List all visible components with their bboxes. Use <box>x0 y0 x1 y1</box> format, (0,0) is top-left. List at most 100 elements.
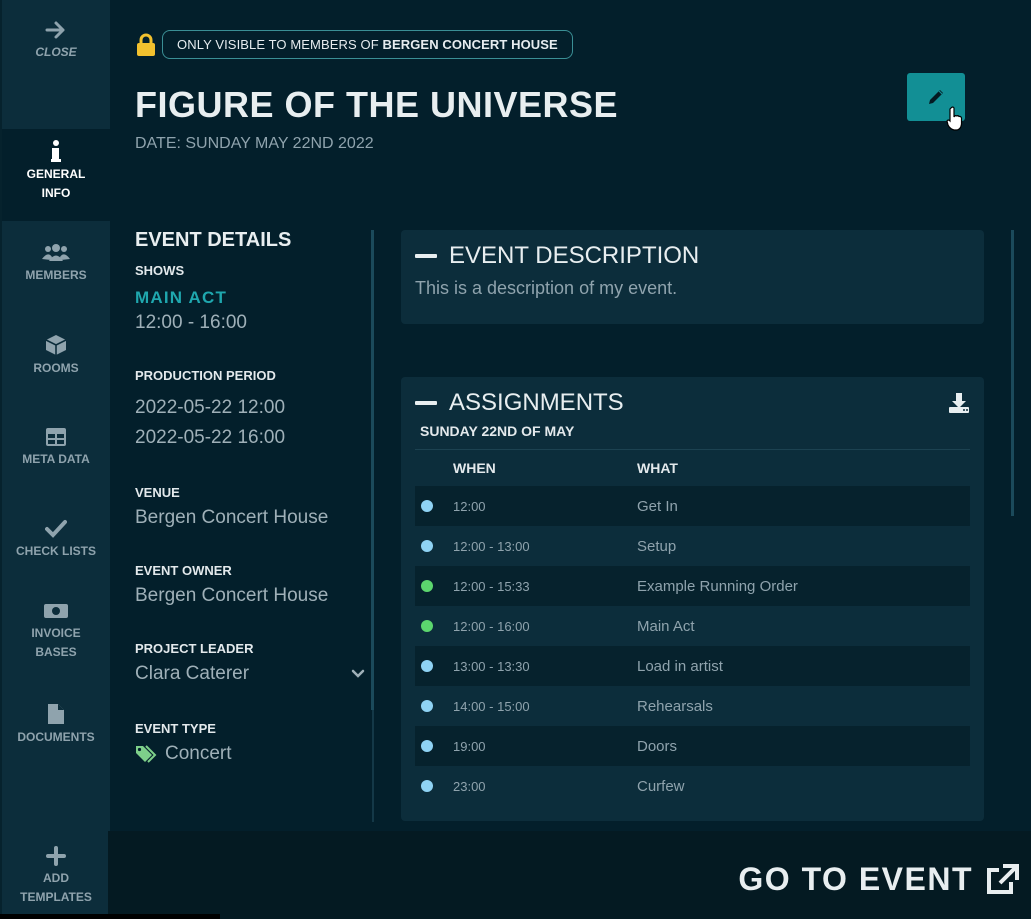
sidebar-item-label: TEMPLATES <box>20 890 92 904</box>
event-description-text: This is a description of my event. <box>415 278 678 298</box>
assignment-what: Curfew <box>637 777 685 795</box>
table-row[interactable]: 12:00 - 15:33 Example Running Order <box>415 566 970 606</box>
sidebar-item-check-lists[interactable]: CHECK LISTS <box>2 519 110 561</box>
money-icon <box>44 604 68 618</box>
add-templates-button[interactable]: ADD TEMPLATES <box>2 846 110 907</box>
go-to-event-button[interactable]: GO TO EVENT <box>738 861 1019 898</box>
status-dot <box>421 780 433 792</box>
event-description-header[interactable]: EVENT DESCRIPTION <box>415 242 970 270</box>
file-icon <box>48 704 64 724</box>
sidebar-item-general-info[interactable]: GENERAL INFO <box>2 129 110 221</box>
production-start: 2022-05-22 12:00 <box>135 397 286 418</box>
table-row[interactable]: 12:00 - 13:00 Setup <box>415 526 970 566</box>
collapse-icon[interactable] <box>415 401 437 405</box>
assignment-when: 13:00 - 13:30 <box>453 658 530 674</box>
assignment-when: 12:00 - 15:33 <box>453 578 530 594</box>
production-period-label: PRODUCTION PERIOD <box>135 368 276 383</box>
sidebar-item-label: ROOMS <box>33 361 79 375</box>
assignment-what: Example Running Order <box>637 577 798 595</box>
sidebar-item-label: CHECK LISTS <box>15 544 96 558</box>
event-type-label: EVENT TYPE <box>135 721 216 736</box>
assignment-what: Rehearsals <box>637 697 713 715</box>
project-leader-select[interactable]: Clara Caterer <box>135 663 365 685</box>
event-owner-value: Bergen Concert House <box>135 585 329 606</box>
assignment-when: 19:00 <box>453 738 486 754</box>
table-icon <box>46 428 66 446</box>
event-details-heading: EVENT DETAILS <box>135 229 292 251</box>
table-row[interactable]: 14:00 - 15:00 Rehearsals <box>415 686 970 726</box>
project-leader-label: PROJECT LEADER <box>135 641 254 656</box>
close-button[interactable]: CLOSE <box>2 20 110 80</box>
pencil-icon <box>929 90 943 104</box>
assignment-what: Load in artist <box>637 657 723 675</box>
footer-bar: GO TO EVENT <box>108 831 1031 919</box>
privacy-prefix: ONLY VISIBLE TO MEMBERS OF <box>177 37 383 52</box>
table-row[interactable]: 23:00 Curfew <box>415 766 970 806</box>
users-icon <box>42 244 70 261</box>
status-dot <box>421 740 433 752</box>
event-details: EVENT DETAILS SHOWS MAIN ACT 12:00 - 16:… <box>135 229 365 765</box>
tags-icon <box>136 745 157 763</box>
privacy-badge: ONLY VISIBLE TO MEMBERS OF BERGEN CONCER… <box>162 30 573 59</box>
event-type-value: Concert <box>165 743 232 764</box>
assignment-what: Get In <box>637 497 678 515</box>
assignments-title-row[interactable]: ASSIGNMENTS <box>415 389 624 417</box>
sidebar-item-rooms[interactable]: ROOMS <box>2 334 110 378</box>
info-icon <box>51 140 61 162</box>
show-time: 12:00 - 16:00 <box>135 312 247 333</box>
event-description-title: EVENT DESCRIPTION <box>449 242 700 269</box>
details-scrollbar[interactable] <box>371 230 374 822</box>
lock-icon <box>137 33 155 56</box>
what-column-header: WHAT <box>637 460 678 476</box>
sidebar-item-label: INFO <box>41 186 71 200</box>
event-type: Concert <box>135 743 365 765</box>
chevron-down-icon[interactable] <box>351 669 365 679</box>
assignments-day: SUNDAY 22ND OF MAY <box>415 423 970 450</box>
venue-label: VENUE <box>135 485 180 500</box>
bottom-edge <box>0 914 220 919</box>
sidebar-item-documents[interactable]: DOCUMENTS <box>2 703 110 747</box>
plus-icon <box>46 846 66 866</box>
table-row[interactable]: 13:00 - 13:30 Load in artist <box>415 646 970 686</box>
download-icon[interactable] <box>948 392 970 414</box>
when-column-header: WHEN <box>453 460 496 476</box>
assignment-when: 12:00 - 16:00 <box>453 618 530 634</box>
table-row[interactable]: 12:00 Get In <box>415 486 970 526</box>
collapse-icon[interactable] <box>415 254 437 258</box>
assignment-what: Setup <box>637 537 677 555</box>
sidebar-item-members[interactable]: MEMBERS <box>2 243 110 285</box>
event-description-panel: EVENT DESCRIPTION This is a description … <box>401 230 984 324</box>
assignment-what: Doors <box>637 737 678 755</box>
event-date: DATE: SUNDAY MAY 22ND 2022 <box>135 135 374 152</box>
venue-value: Bergen Concert House <box>135 507 329 528</box>
status-dot <box>421 540 433 552</box>
hand-cursor-icon <box>946 106 963 131</box>
show-name[interactable]: MAIN ACT <box>135 288 365 308</box>
assignment-when: 23:00 <box>453 778 486 794</box>
project-leader-value: Clara Caterer <box>135 663 250 684</box>
assignment-when: 14:00 - 15:00 <box>453 698 530 714</box>
cube-icon <box>45 335 67 355</box>
status-dot <box>421 660 433 672</box>
sidebar-item-label: INVOICE <box>31 626 81 640</box>
assignments-list: 12:00 Get In 12:00 - 13:00 Setup 12:00 - 15:… <box>415 486 970 806</box>
status-dot <box>421 620 433 632</box>
sidebar-item-label: BASES <box>35 645 77 659</box>
event-owner-label: EVENT OWNER <box>135 563 232 578</box>
shows-label: SHOWS <box>135 263 185 278</box>
table-row[interactable]: 12:00 - 16:00 Main Act <box>415 606 970 646</box>
main-scrollbar[interactable] <box>1011 230 1014 516</box>
sidebar-item-label: GENERAL <box>26 167 86 181</box>
production-end: 2022-05-22 16:00 <box>135 427 286 448</box>
sidebar-item-invoice-bases[interactable]: INVOICE BASES <box>2 601 110 662</box>
close-label: CLOSE <box>35 45 77 59</box>
table-row[interactable]: 19:00 Doors <box>415 726 970 766</box>
sidebar: CLOSE GENERAL INFO MEMBERS ROOMS META DA… <box>0 0 110 919</box>
assignments-header: ASSIGNMENTS <box>415 389 970 417</box>
privacy-org: BERGEN CONCERT HOUSE <box>382 37 558 52</box>
check-icon <box>45 520 67 538</box>
status-dot <box>421 700 433 712</box>
assignments-table-header: WHEN WHAT <box>415 450 970 486</box>
sidebar-item-meta-data[interactable]: META DATA <box>2 427 110 469</box>
go-to-event-label: GO TO EVENT <box>738 861 973 897</box>
